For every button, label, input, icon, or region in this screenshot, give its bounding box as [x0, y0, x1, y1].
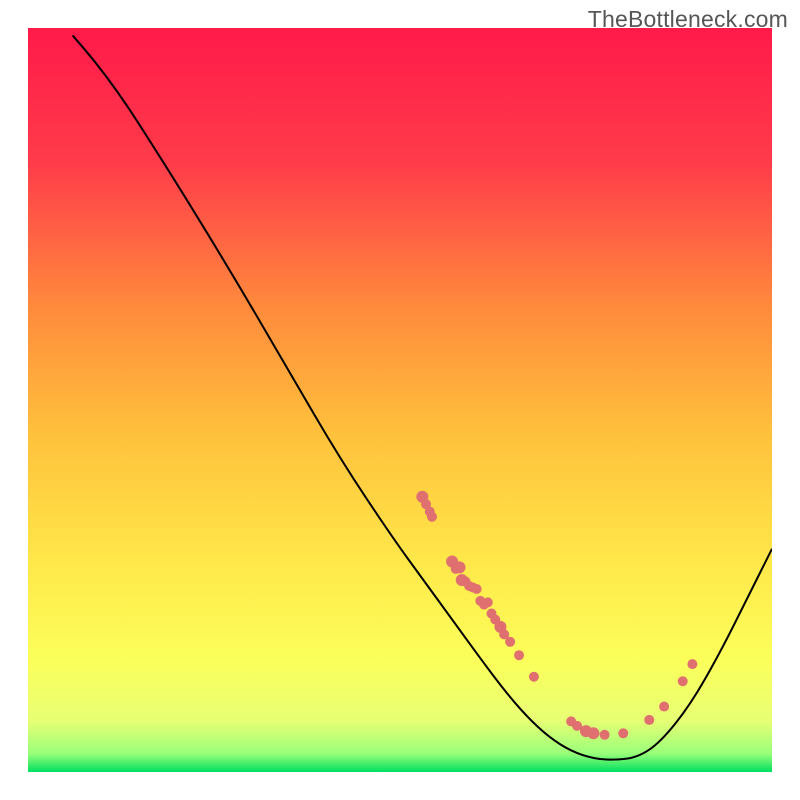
marker-dot	[618, 728, 628, 738]
marker-dot	[659, 702, 669, 712]
marker-dot	[514, 650, 524, 660]
marker-dot	[600, 730, 610, 740]
marker-dot	[529, 672, 539, 682]
marker-dot	[687, 659, 697, 669]
marker-dot	[587, 727, 599, 739]
marker-dot	[472, 584, 482, 594]
marker-dot	[644, 715, 654, 725]
marker-dot	[454, 561, 466, 573]
heat-gradient	[28, 28, 772, 772]
marker-dot	[427, 512, 437, 522]
chart-frame: TheBottleneck.com	[0, 0, 800, 800]
marker-dot	[678, 676, 688, 686]
marker-dot	[483, 597, 493, 607]
attribution-text: TheBottleneck.com	[588, 6, 788, 33]
marker-dot	[505, 637, 515, 647]
bottleneck-chart	[0, 0, 800, 800]
